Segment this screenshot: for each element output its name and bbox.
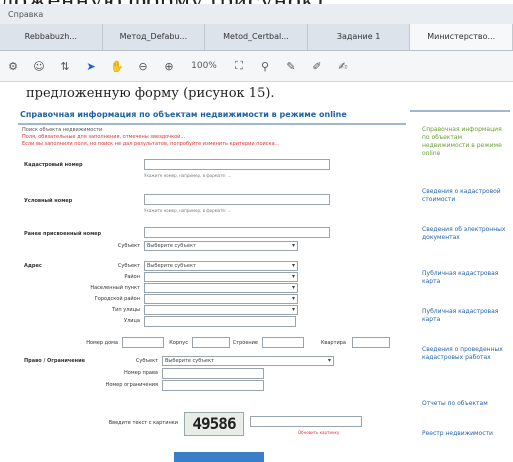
title-bar: Справка	[0, 4, 513, 25]
tab-5[interactable]: Министерство...	[410, 24, 513, 50]
cursor-icon[interactable]: ➤	[78, 60, 104, 73]
sidebar-item-registry[interactable]: Реестр недвижимости	[422, 430, 508, 438]
pen-icon[interactable]: ✐	[304, 60, 330, 73]
pin-icon[interactable]: ⚲	[252, 60, 278, 73]
hand-icon[interactable]: ✋	[104, 60, 130, 73]
form-notice: Поиск объекта недвижимости Поля, обязате…	[18, 125, 406, 150]
prev-cadastral-label: Ранее присвоенный номер	[24, 231, 102, 237]
restriction-number-input[interactable]	[162, 380, 264, 391]
zoom-out-icon[interactable]: ⊖	[130, 60, 156, 73]
right-number-input[interactable]	[162, 368, 264, 379]
prev-subject-select[interactable]: Выберите субъект	[144, 241, 298, 251]
rights-row-label: Субъект	[135, 358, 158, 364]
tab-4[interactable]: Задание 1	[308, 24, 411, 50]
house-label: Номер дома	[86, 340, 118, 346]
tab-2[interactable]: Метод_Defabu...	[103, 24, 206, 50]
page-nav-icon[interactable]: ⇅	[52, 60, 78, 73]
sidebar: Справочная информация по объектам недвиж…	[410, 110, 513, 460]
address-label: Адрес	[24, 263, 42, 269]
address-row-label: Субъект	[117, 263, 140, 269]
rights-row-label: Номер права	[124, 370, 158, 376]
address-row-label: Улица	[124, 318, 140, 324]
house-input[interactable]	[122, 337, 164, 348]
address-street-input[interactable]	[144, 316, 296, 327]
apartment-label: Квартира	[320, 340, 346, 346]
captcha-image: 49586	[184, 412, 244, 436]
form-title: Справочная информация по объектам недвиж…	[18, 106, 406, 125]
prev-cadastral-input[interactable]	[144, 227, 330, 238]
cadastral-input[interactable]	[144, 159, 330, 170]
captcha-input[interactable]	[250, 416, 362, 427]
address-subject-select[interactable]: Выберите субъект	[144, 261, 298, 271]
sidebar-item-public-map[interactable]: Публичная кадастровая карта	[422, 270, 508, 286]
address-row-label: Тип улицы	[112, 307, 140, 313]
tab-3[interactable]: Metod_Certbal...	[205, 24, 308, 50]
sidebar-item-electronic-docs[interactable]: Сведения об электронных документах	[422, 226, 508, 242]
conditional-hint: Укажите номер, например, в формате: ...	[144, 208, 232, 213]
accessibility-icon[interactable]: ☺	[26, 60, 52, 73]
zoom-in-icon[interactable]: ⊕	[156, 60, 182, 73]
cadastral-label: Кадастровый номер	[24, 162, 83, 168]
zoom-dropdown[interactable]: 100%	[182, 61, 226, 71]
document-text: предложенную форму (рисунок 15).	[26, 86, 275, 101]
address-row-label: Городской район	[94, 296, 140, 302]
window-title: Справка	[8, 10, 44, 19]
toolbar: ⚙ ☺ ⇅ ➤ ✋ ⊖ ⊕ 100% ⛶ ⚲ ✎ ✐ ✍	[0, 51, 513, 82]
rights-label: Право / Ограничение	[24, 358, 85, 364]
tab-1[interactable]: Rebbabuzh...	[0, 24, 103, 50]
sidebar-item-reports[interactable]: Отчеты по объектам	[422, 400, 508, 408]
prev-subject-label: Субъект	[117, 243, 140, 249]
structure-input[interactable]	[262, 337, 304, 348]
address-row-label: Район	[124, 274, 140, 280]
sidebar-divider	[410, 110, 510, 112]
notice-line-2: Поля, обязательные для заполнения, отмеч…	[22, 134, 186, 140]
tab-bar: Rebbabuzh... Метод_Defabu... Metod_Certb…	[0, 24, 513, 51]
captcha-label: Введите текст с картинки	[108, 420, 178, 426]
notice-line-3: Если вы заполнили поля, но поиск не дал …	[22, 141, 280, 147]
address-district-select[interactable]	[144, 272, 298, 282]
apartment-input[interactable]	[352, 337, 390, 348]
rights-subject-select[interactable]: Выберите субъект	[162, 356, 334, 366]
sidebar-item-cadastral-value[interactable]: Сведения о кадастровой стоимости	[422, 188, 508, 204]
cadastral-hint: Укажите номер, например, в формате: ...	[144, 173, 232, 178]
sidebar-item-online-info[interactable]: Справочная информация по объектам недвиж…	[422, 126, 508, 158]
captcha-refresh-link[interactable]: Обновить картинку	[298, 430, 339, 435]
building-label: Корпус	[169, 340, 188, 346]
comment-icon[interactable]: ✎	[278, 60, 304, 73]
building-input[interactable]	[192, 337, 230, 348]
snapshot-icon[interactable]: ⛶	[226, 59, 252, 73]
sidebar-item-public-map-2[interactable]: Публичная кадастровая карта	[422, 308, 508, 324]
structure-label: Строение	[232, 340, 258, 346]
conditional-input[interactable]	[144, 194, 330, 205]
search-button[interactable]	[174, 452, 264, 462]
notice-line-1: Поиск объекта недвижимости	[22, 127, 103, 133]
settings-icon[interactable]: ⚙	[0, 60, 26, 73]
address-street-type-select[interactable]	[144, 305, 298, 315]
address-locality-select[interactable]	[144, 283, 298, 293]
address-row-label: Населенный пункт	[90, 285, 140, 291]
address-city-district-select[interactable]	[144, 294, 298, 304]
rights-row-label: Номер ограничения	[105, 382, 158, 388]
sidebar-item-cadastral-works[interactable]: Сведения о проведенных кадастровых работ…	[422, 346, 508, 362]
sign-icon[interactable]: ✍	[330, 60, 356, 73]
conditional-label: Условный номер	[24, 198, 73, 204]
search-form-panel: Справочная информация по объектам недвиж…	[18, 106, 406, 462]
